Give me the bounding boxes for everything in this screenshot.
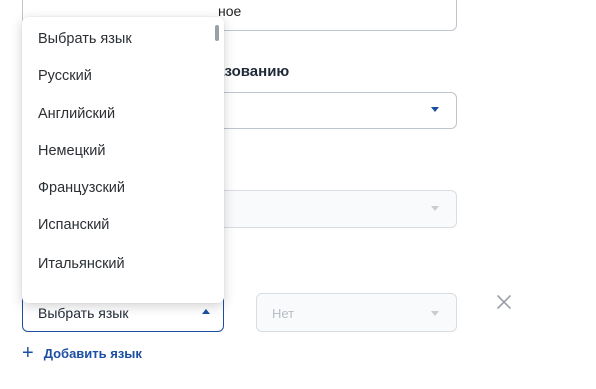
dropdown-option[interactable]: Английский bbox=[38, 106, 115, 122]
chevron-down-icon bbox=[431, 206, 439, 211]
chevron-down-icon bbox=[431, 107, 439, 112]
dropdown-option[interactable]: Испанский bbox=[38, 217, 109, 233]
scrollbar-thumb[interactable] bbox=[215, 25, 219, 41]
language-dropdown-menu[interactable]: Выбрать язык Русский Английский Немецкий… bbox=[22, 17, 224, 303]
section-label: азованию bbox=[216, 63, 290, 80]
chevron-down-icon bbox=[431, 311, 439, 316]
dropdown-option[interactable]: Русский bbox=[38, 68, 92, 84]
dropdown-option[interactable]: Выбрать язык bbox=[38, 31, 132, 47]
dropdown-option[interactable]: Французский bbox=[38, 180, 125, 196]
plus-icon: + bbox=[22, 342, 34, 364]
language-level-value: Нет bbox=[272, 306, 295, 321]
language-level-select: Нет bbox=[256, 293, 457, 332]
close-icon[interactable] bbox=[495, 293, 513, 311]
chevron-up-icon bbox=[202, 309, 210, 314]
top-text-field-value: ное bbox=[218, 3, 242, 19]
dropdown-option[interactable]: Итальянский bbox=[38, 256, 125, 272]
language-select-value: Выбрать язык bbox=[38, 305, 129, 321]
add-language-label: Добавить язык bbox=[43, 345, 142, 361]
dropdown-option[interactable]: Немецкий bbox=[38, 143, 105, 159]
add-language-button[interactable]: + Добавить язык bbox=[22, 342, 142, 364]
